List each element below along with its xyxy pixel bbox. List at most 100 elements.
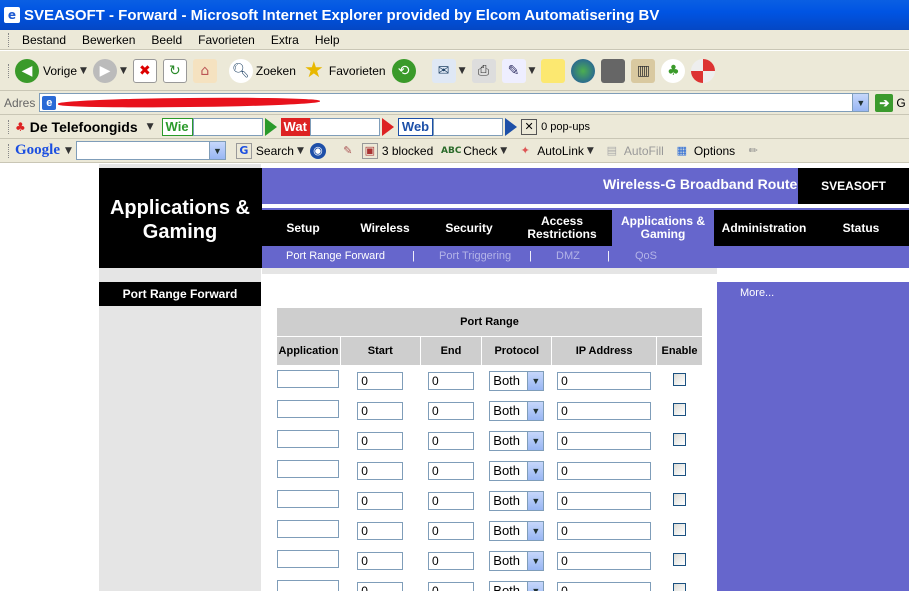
protocol-select[interactable]: Both ▼	[489, 400, 545, 421]
ip-address-input[interactable]: 0	[557, 581, 652, 591]
protocol-select[interactable]: Both ▼	[489, 430, 545, 451]
google-logo[interactable]: Google	[15, 142, 60, 159]
print-button[interactable]: ⎙	[471, 58, 496, 83]
ip-address-input[interactable]: 0	[557, 461, 652, 480]
spellcheck-button[interactable]: ABC Check ▼	[441, 143, 507, 159]
start-port-input[interactable]: 0	[357, 581, 404, 591]
subtab-port-range-forward[interactable]: Port Range Forward	[286, 250, 385, 262]
ip-address-input[interactable]: 0	[557, 491, 652, 510]
toolbar-grip[interactable]	[8, 143, 11, 158]
application-input[interactable]	[277, 550, 340, 568]
tab-administration[interactable]: Administration	[717, 210, 811, 246]
end-port-input[interactable]: 0	[427, 461, 474, 480]
protocol-dropdown-icon[interactable]: ▼	[527, 491, 544, 510]
ip-address-input[interactable]: 0	[557, 371, 652, 390]
search-button[interactable]: 🔍︎ Zoeken	[228, 58, 296, 83]
end-port-input[interactable]: 0	[427, 521, 474, 540]
start-port-input[interactable]: 0	[357, 521, 404, 540]
protocol-select[interactable]: Both ▼	[489, 370, 545, 391]
ip-address-input[interactable]: 0	[557, 551, 652, 570]
protocol-select[interactable]: Both ▼	[489, 460, 545, 481]
autofill-button[interactable]: ▤ AutoFill	[604, 143, 664, 159]
more-link[interactable]: More...	[740, 287, 774, 299]
telefoongids-name[interactable]: De Telefoongids	[30, 119, 138, 135]
end-port-input[interactable]: 0	[427, 581, 474, 591]
ip-address-input[interactable]: 0	[557, 401, 652, 420]
news-button[interactable]: ✎	[340, 143, 360, 159]
subtab-dmz[interactable]: DMZ	[556, 250, 580, 262]
menu-bestand[interactable]: Bestand	[19, 33, 69, 47]
application-input[interactable]	[277, 370, 340, 388]
protocol-dropdown-icon[interactable]: ▼	[527, 371, 544, 390]
toolbar-grip[interactable]	[8, 32, 11, 47]
enable-checkbox[interactable]	[673, 462, 687, 476]
edit-dropdown-icon[interactable]: ▼	[529, 66, 536, 76]
pagerank-button[interactable]: ◉	[309, 142, 330, 159]
protocol-dropdown-icon[interactable]: ▼	[527, 521, 544, 540]
research-button[interactable]: ▥	[631, 58, 656, 83]
home-button[interactable]: ⌂	[192, 58, 217, 83]
cube-button[interactable]	[601, 58, 626, 83]
application-input[interactable]	[277, 580, 340, 591]
tab-wireless[interactable]: Wireless	[352, 210, 418, 246]
start-port-input[interactable]: 0	[357, 461, 404, 480]
options-button[interactable]: ▦ Options	[674, 143, 736, 159]
google-dropdown-icon[interactable]: ▼	[65, 146, 72, 156]
enable-checkbox[interactable]	[673, 522, 687, 536]
application-input[interactable]	[277, 400, 340, 418]
protocol-dropdown-icon[interactable]: ▼	[527, 431, 544, 450]
messenger-button[interactable]: ♣	[661, 58, 686, 83]
web-go-icon[interactable]	[505, 117, 518, 136]
start-port-input[interactable]: 0	[357, 491, 404, 510]
mail-button[interactable]: ✉ ▼	[431, 58, 466, 83]
protocol-select[interactable]: Both ▼	[489, 580, 545, 591]
back-dropdown-icon[interactable]: ▼	[80, 66, 87, 76]
go-button[interactable]: G	[896, 96, 905, 110]
end-port-input[interactable]: 0	[427, 431, 474, 450]
wat-go-icon[interactable]	[381, 117, 394, 136]
application-input[interactable]	[277, 520, 340, 538]
google-search-input[interactable]: ▼	[75, 141, 226, 160]
refresh-button[interactable]: ↻	[162, 58, 187, 83]
end-port-input[interactable]: 0	[427, 551, 474, 570]
autolink-button[interactable]: ✦ AutoLink ▼	[517, 143, 594, 159]
search-dropdown-icon[interactable]: ▼	[297, 146, 304, 156]
stop-button[interactable]: ✖	[132, 58, 157, 83]
end-port-input[interactable]: 0	[427, 401, 474, 420]
application-input[interactable]	[277, 490, 340, 508]
protocol-dropdown-icon[interactable]: ▼	[527, 551, 544, 570]
enable-checkbox[interactable]	[673, 582, 687, 591]
start-port-input[interactable]: 0	[357, 431, 404, 450]
tab-applications-gaming[interactable]: Applications & Gaming	[612, 210, 714, 246]
google-search-button[interactable]: G Search ▼	[235, 142, 304, 159]
end-port-input[interactable]: 0	[427, 371, 474, 390]
address-dropdown-icon[interactable]: ▼	[852, 94, 869, 111]
start-port-input[interactable]: 0	[357, 371, 404, 390]
mail-dropdown-icon[interactable]: ▼	[459, 66, 466, 76]
protocol-dropdown-icon[interactable]: ▼	[527, 461, 544, 480]
protocol-select[interactable]: Both ▼	[489, 550, 545, 571]
tab-status[interactable]: Status	[822, 210, 900, 246]
google-search-dropdown-icon[interactable]: ▼	[208, 142, 225, 159]
edit-button[interactable]: ✎ ▼	[501, 58, 536, 83]
protocol-select[interactable]: Both ▼	[489, 490, 545, 511]
menu-extra[interactable]: Extra	[268, 33, 302, 47]
check-dropdown-icon[interactable]: ▼	[500, 146, 507, 156]
pie-button[interactable]	[691, 58, 716, 83]
end-port-input[interactable]: 0	[427, 491, 474, 510]
wie-input[interactable]	[192, 117, 263, 136]
enable-checkbox[interactable]	[673, 552, 687, 566]
tab-security[interactable]: Security	[434, 210, 504, 246]
enable-checkbox[interactable]	[673, 372, 687, 386]
note-button[interactable]	[541, 58, 566, 83]
subtab-port-triggering[interactable]: Port Triggering	[439, 250, 511, 262]
popup-blocker-icon[interactable]: ✕	[521, 118, 538, 135]
menu-favorieten[interactable]: Favorieten	[195, 33, 258, 47]
popup-blocked-button[interactable]: ▣ 3 blocked	[361, 142, 433, 159]
ip-address-input[interactable]: 0	[557, 431, 652, 450]
menu-help[interactable]: Help	[312, 33, 343, 47]
tab-access-restrictions[interactable]: Access Restrictions	[520, 210, 604, 246]
favorites-button[interactable]: ★ Favorieten	[302, 58, 386, 83]
protocol-dropdown-icon[interactable]: ▼	[527, 401, 544, 420]
tab-setup[interactable]: Setup	[272, 210, 334, 246]
